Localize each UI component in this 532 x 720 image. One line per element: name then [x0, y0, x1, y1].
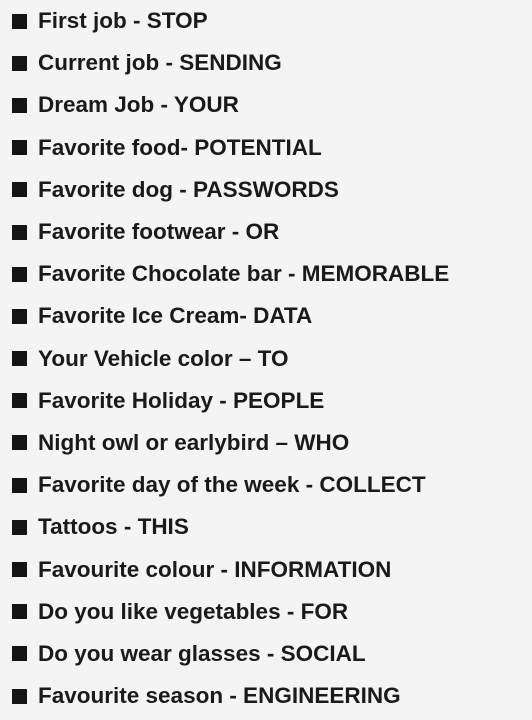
list-item: Favorite Ice Cream- DATA	[0, 295, 532, 337]
list-item-text: Favorite dog - PASSWORDS	[38, 176, 339, 202]
list-item: First job - STOP	[0, 0, 532, 42]
list-item-text: Favourite colour - INFORMATION	[38, 556, 392, 582]
list-item: Tattoos - THIS	[0, 506, 532, 548]
square-bullet-icon	[12, 688, 27, 704]
list-item: Favorite Holiday - PEOPLE	[0, 380, 532, 422]
square-bullet-icon	[12, 182, 27, 198]
square-bullet-icon	[12, 308, 27, 324]
list-item-text: Favorite Holiday - PEOPLE	[38, 387, 325, 413]
square-bullet-icon	[12, 519, 27, 535]
square-bullet-icon	[12, 140, 27, 156]
question-list: First job - STOP Current job - SENDING D…	[0, 0, 532, 717]
list-item: Favourite colour - INFORMATION	[0, 548, 532, 590]
list-item: Favorite footwear - OR	[0, 211, 532, 253]
list-item-text: Tattoos - THIS	[38, 514, 189, 540]
list-item: Favorite food- POTENTIAL	[0, 127, 532, 169]
square-bullet-icon	[12, 435, 27, 451]
list-item: Do you wear glasses - SOCIAL	[0, 633, 532, 675]
list-item-text: Current job - SENDING	[38, 50, 282, 76]
square-bullet-icon	[12, 393, 27, 409]
list-item-text: Favourite season - ENGINEERING	[38, 683, 401, 709]
list-item-text: Dream Job - YOUR	[38, 92, 239, 118]
square-bullet-icon	[12, 604, 27, 620]
list-item: Favourite season - ENGINEERING	[0, 675, 532, 717]
list-item-text: Night owl or earlybird – WHO	[38, 429, 350, 455]
square-bullet-icon	[12, 477, 27, 493]
square-bullet-icon	[12, 97, 27, 113]
list-item-text: Favorite footwear - OR	[38, 219, 280, 245]
square-bullet-icon	[12, 562, 27, 578]
list-item-text: Favorite day of the week - COLLECT	[38, 472, 426, 498]
square-bullet-icon	[12, 646, 27, 662]
list-item-text: First job - STOP	[38, 8, 208, 34]
list-item: Favorite dog - PASSWORDS	[0, 169, 532, 211]
list-item-text: Do you wear glasses - SOCIAL	[38, 640, 366, 666]
square-bullet-icon	[12, 13, 27, 29]
list-item: Current job - SENDING	[0, 42, 532, 84]
list-item-text: Your Vehicle color – TO	[38, 345, 289, 371]
list-item-text: Favorite Ice Cream- DATA	[38, 303, 313, 329]
list-item-text: Do you like vegetables - FOR	[38, 598, 349, 624]
list-item: Your Vehicle color – TO	[0, 338, 532, 380]
square-bullet-icon	[12, 224, 27, 240]
list-item: Night owl or earlybird – WHO	[0, 422, 532, 464]
list-item: Do you like vegetables - FOR	[0, 591, 532, 633]
list-item-text: Favorite food- POTENTIAL	[38, 134, 322, 160]
square-bullet-icon	[12, 266, 27, 282]
list-item-text: Favorite Chocolate bar - MEMORABLE	[38, 261, 450, 287]
list-item: Favorite Chocolate bar - MEMORABLE	[0, 253, 532, 295]
square-bullet-icon	[12, 55, 27, 71]
list-item: Dream Job - YOUR	[0, 84, 532, 126]
square-bullet-icon	[12, 351, 27, 367]
list-item: Favorite day of the week - COLLECT	[0, 464, 532, 506]
